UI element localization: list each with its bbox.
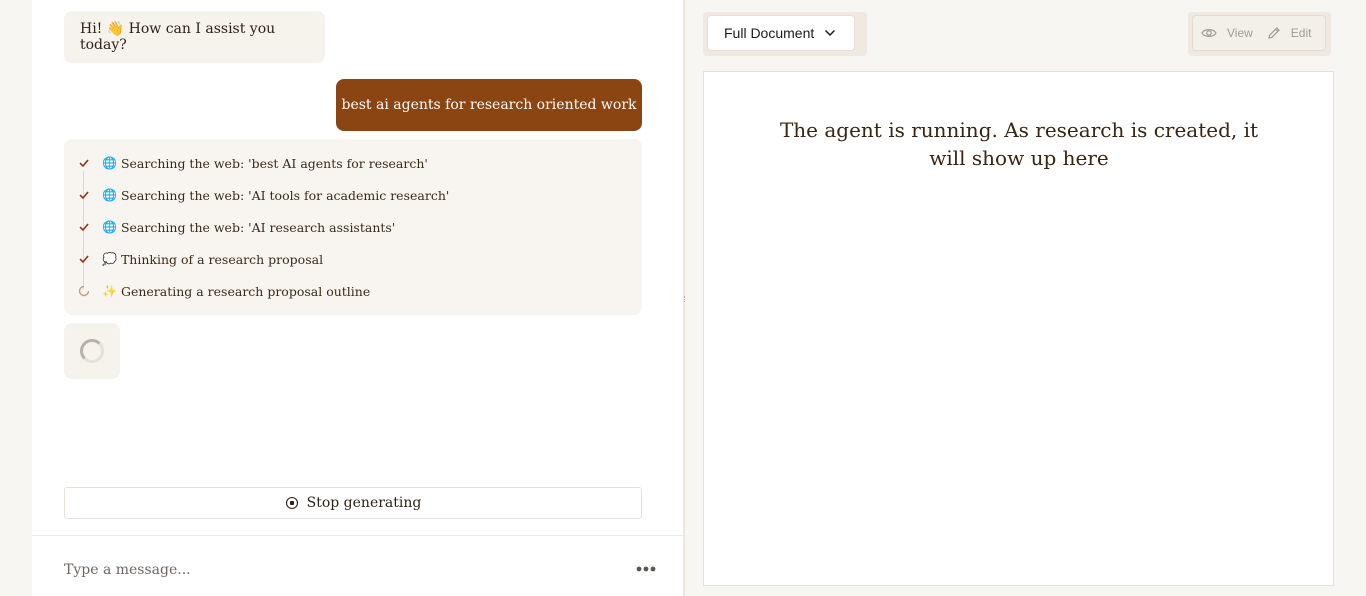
message-input[interactable]: [64, 558, 604, 582]
agent-steps-card: 🌐 Searching the web: 'best AI agents for…: [64, 139, 642, 315]
assistant-greeting-text: Hi! 👋 How can I assist you today?: [80, 21, 276, 53]
document-placeholder-message: The agent is running. As research is cre…: [779, 118, 1259, 170]
step-item: ✨ Generating a research proposal outline: [76, 281, 370, 301]
mode-toggle: View Edit: [1188, 12, 1331, 56]
step-label: Searching the web: 'AI tools for academi…: [120, 187, 450, 203]
user-message-bubble: best ai agents for research oriented wor…: [336, 79, 642, 131]
check-icon: [76, 251, 92, 267]
check-icon: [76, 155, 92, 171]
step-label: Searching the web: 'AI research assistan…: [120, 219, 396, 235]
step-label: Generating a research proposal outline: [120, 283, 371, 299]
mode-toggle-group: View Edit: [1192, 15, 1326, 51]
progress-spinner-icon: [76, 283, 92, 299]
view-mode-label: View: [1227, 26, 1253, 40]
step-item: 🌐 Searching the web: 'best AI agents for…: [76, 153, 428, 173]
step-item: 💭 Thinking of a research proposal: [76, 249, 323, 269]
document-canvas: The agent is running. As research is cre…: [703, 71, 1334, 586]
globe-icon: 🌐: [102, 220, 117, 234]
eye-icon: [1201, 29, 1217, 37]
check-icon: [76, 187, 92, 203]
document-view-select-value: Full Document: [724, 25, 815, 41]
loading-spinner-icon: [80, 339, 104, 363]
step-label: Thinking of a research proposal: [120, 251, 324, 267]
more-options-button[interactable]: [632, 558, 660, 580]
stop-generating-label: Stop generating: [306, 495, 422, 511]
chat-panel: Hi! 👋 How can I assist you today? best a…: [32, 0, 683, 596]
chevron-down-icon: [824, 29, 836, 37]
check-icon: [76, 219, 92, 235]
document-view-select[interactable]: Full Document: [707, 15, 855, 51]
pencil-icon: [1268, 27, 1280, 39]
resize-handle[interactable]: [684, 296, 686, 302]
message-composer: [32, 535, 683, 596]
stop-generating-button[interactable]: Stop generating: [64, 487, 642, 519]
step-item: 🌐 Searching the web: 'AI tools for acade…: [76, 185, 449, 205]
document-view-toolbar: Full Document: [703, 12, 867, 56]
thought-bubble-icon: 💭: [102, 252, 117, 266]
ellipsis-icon: [636, 566, 656, 572]
edit-mode-button[interactable]: Edit: [1267, 26, 1312, 40]
step-item: 🌐 Searching the web: 'AI research assist…: [76, 217, 395, 237]
globe-icon: 🌐: [102, 188, 117, 202]
assistant-greeting-bubble: Hi! 👋 How can I assist you today?: [64, 11, 325, 63]
sparkles-icon: ✨: [102, 284, 117, 298]
step-label: Searching the web: 'best AI agents for r…: [120, 155, 428, 171]
globe-icon: 🌐: [102, 156, 117, 170]
loading-indicator: [64, 323, 120, 379]
user-message-text: best ai agents for research oriented wor…: [341, 97, 637, 113]
edit-mode-label: Edit: [1290, 26, 1312, 40]
stop-circle-icon: [285, 496, 299, 510]
view-mode-button[interactable]: View: [1201, 26, 1253, 40]
